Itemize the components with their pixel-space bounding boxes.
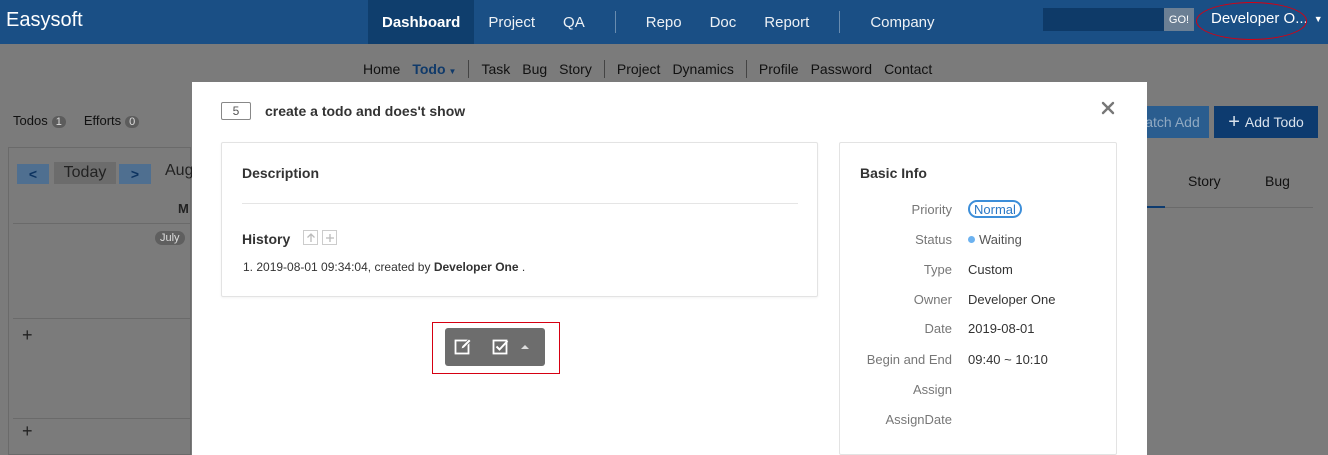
subnav-profile[interactable]: Profile: [753, 61, 805, 77]
history-entry-text: 1. 2019-08-01 09:34:04, created by: [243, 260, 431, 274]
plus-icon: +: [1228, 111, 1240, 133]
tab-bug[interactable]: Bug: [1265, 173, 1290, 189]
plus-icon: [325, 233, 334, 242]
calendar-weekday-header: M: [178, 201, 189, 216]
chevron-right-icon: >: [130, 166, 140, 182]
subnav-dynamics[interactable]: Dynamics: [666, 61, 739, 77]
todo-stats: Todos 1 Efforts 0: [13, 113, 140, 128]
status-label: Status: [915, 232, 952, 247]
top-header: Easysoft Dashboard Project QA Repo Doc R…: [0, 0, 1328, 44]
efforts-stat[interactable]: Efforts 0: [83, 113, 140, 128]
history-heading: History: [242, 231, 291, 247]
calendar-add-plus-icon[interactable]: +: [22, 325, 33, 346]
description-heading: Description: [242, 165, 320, 181]
subnav-divider: [603, 60, 605, 78]
subnav-divider: [468, 60, 470, 78]
calendar-month: Aug: [165, 162, 194, 179]
subnav-task[interactable]: Task: [475, 61, 516, 77]
todos-count: 1: [51, 116, 66, 128]
right-panel: [1118, 147, 1323, 455]
calendar-grid: [13, 223, 191, 455]
efforts-label: Efforts: [83, 113, 122, 128]
caret-down-icon: ▼: [448, 67, 457, 76]
priority-label: Priority: [911, 202, 952, 217]
subnav-todo[interactable]: Todo ▼: [406, 61, 462, 77]
main-nav: Dashboard Project QA Repo Doc Report Com…: [368, 0, 949, 44]
add-todo-button[interactable]: + Add Todo: [1214, 106, 1318, 138]
priority-badge: Normal: [968, 200, 1022, 218]
type-label: Type: [923, 262, 952, 277]
assign-label: Assign: [912, 382, 952, 397]
nav-divider: [839, 11, 841, 33]
nav-project[interactable]: Project: [474, 0, 549, 44]
more-actions-button[interactable]: [517, 328, 533, 366]
owner-value: Developer One: [968, 292, 1056, 307]
sub-nav: Home Todo ▼ Task Bug Story Project Dynami…: [357, 60, 938, 78]
efforts-count: 0: [125, 116, 140, 128]
calendar-prev-button[interactable]: <: [17, 164, 49, 184]
history-entry: 1. 2019-08-01 09:34:04, created by Devel…: [243, 260, 525, 274]
search-input[interactable]: [1043, 8, 1164, 31]
todo-id-badge: 5: [221, 102, 251, 120]
calendar-next-button[interactable]: >: [119, 164, 151, 184]
description-divider: [242, 203, 798, 204]
nav-qa[interactable]: QA: [549, 0, 599, 44]
search-go-button[interactable]: GO!: [1164, 8, 1194, 31]
subnav-todo-label: Todo: [412, 61, 446, 77]
action-bar: [445, 328, 545, 366]
begin-end-label: Begin and End: [866, 352, 952, 367]
add-todo-label: Add Todo: [1244, 114, 1304, 130]
nav-repo[interactable]: Repo: [632, 0, 696, 44]
tab-story[interactable]: Story: [1188, 173, 1221, 189]
begin-end-value: 09:40 ~ 10:10: [968, 352, 1048, 367]
finish-button[interactable]: [485, 328, 517, 366]
caret-down-icon: ▼: [1313, 13, 1323, 24]
edit-button[interactable]: [445, 328, 481, 366]
calendar-row-divider: [13, 318, 191, 319]
caret-up-icon: [521, 345, 529, 349]
assign-date-label: AssignDate: [885, 412, 952, 427]
nav-doc[interactable]: Doc: [696, 0, 751, 44]
date-value: 2019-08-01: [968, 321, 1035, 336]
basic-info-heading: Basic Info: [860, 165, 927, 181]
nav-report[interactable]: Report: [750, 0, 823, 44]
status-dot-icon: [968, 236, 975, 243]
subnav-bug[interactable]: Bug: [516, 61, 553, 77]
subnav-home[interactable]: Home: [357, 61, 406, 77]
calendar-row-divider: [13, 418, 191, 419]
arrow-up-icon: [306, 232, 315, 242]
history-collapse-button[interactable]: [303, 230, 318, 245]
subnav-password[interactable]: Password: [805, 61, 878, 77]
subnav-story[interactable]: Story: [553, 61, 598, 77]
todo-title: create a todo and does't show: [265, 103, 466, 119]
date-label: Date: [924, 321, 952, 336]
status-text: Waiting: [979, 232, 1022, 247]
calendar-month-badge: July: [155, 231, 185, 245]
subnav-contact[interactable]: Contact: [878, 61, 938, 77]
user-menu[interactable]: Developer O... ▼: [1211, 10, 1323, 27]
close-button[interactable]: [1098, 98, 1118, 118]
nav-divider: [614, 11, 616, 33]
status-value: Waiting: [968, 232, 1022, 247]
calendar-add-plus-icon[interactable]: +: [22, 421, 33, 442]
calendar-today-button[interactable]: Today: [54, 162, 116, 184]
chevron-left-icon: <: [28, 166, 38, 182]
todos-label: Todos: [13, 113, 48, 128]
edit-icon: [454, 338, 472, 355]
nav-dashboard[interactable]: Dashboard: [368, 0, 475, 44]
brand-logo[interactable]: Easysoft: [6, 9, 83, 32]
close-icon: [1101, 101, 1115, 115]
history-expand-button[interactable]: [322, 230, 337, 245]
history-entry-actor: Developer One: [433, 260, 519, 274]
subnav-project[interactable]: Project: [611, 61, 667, 77]
todos-stat[interactable]: Todos 1: [13, 113, 66, 128]
user-name: Developer O...: [1211, 10, 1308, 27]
subnav-divider: [745, 60, 747, 78]
checkbox-check-icon: [492, 339, 509, 355]
owner-label: Owner: [913, 292, 952, 307]
type-value: Custom: [968, 262, 1013, 277]
nav-company[interactable]: Company: [856, 0, 948, 44]
history-entry-suffix: .: [521, 260, 526, 274]
